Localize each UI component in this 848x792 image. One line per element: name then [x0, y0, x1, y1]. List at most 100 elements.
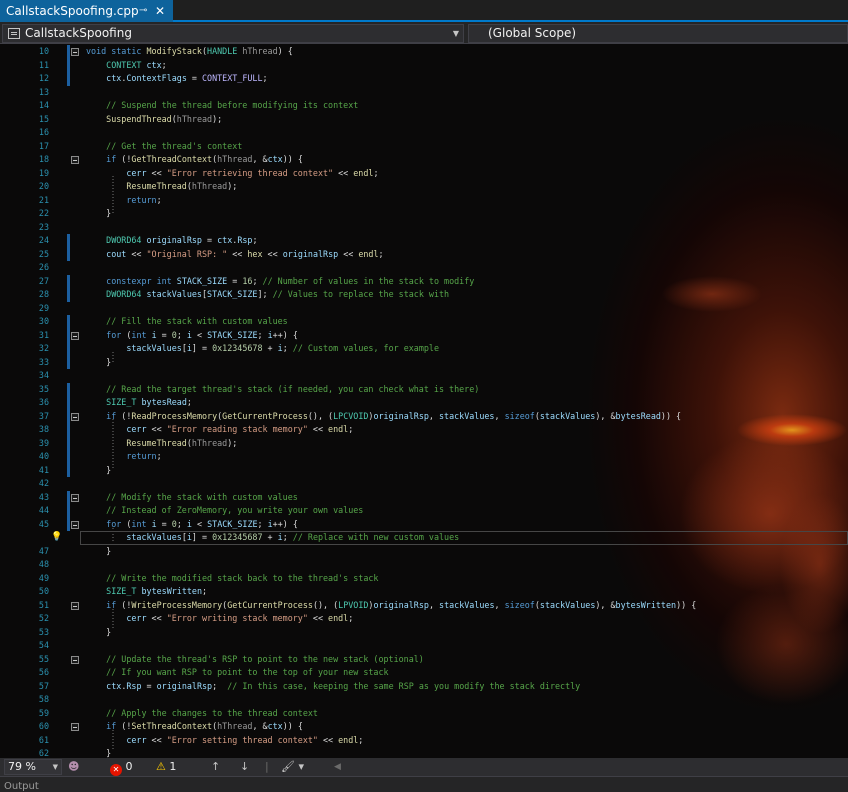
- fold-toggle-icon[interactable]: [71, 156, 79, 164]
- code-line[interactable]: 12 ctx.ContextFlags = CONTEXT_FULL;: [0, 72, 848, 86]
- code-line[interactable]: 52 cerr << "Error writing stack memory" …: [0, 612, 848, 626]
- code-line[interactable]: 61 cerr << "Error setting thread context…: [0, 734, 848, 748]
- code-token: <<: [146, 613, 167, 623]
- code-line[interactable]: 23: [0, 221, 848, 235]
- code-line[interactable]: 38 cerr << "Error reading stack memory" …: [0, 423, 848, 437]
- code-line[interactable]: 59 // Apply the changes to the thread co…: [0, 707, 848, 721]
- errors-indicator[interactable]: ✕ 0: [110, 758, 133, 776]
- scope-dropdown[interactable]: (Global Scope): [468, 24, 848, 43]
- fold-toggle-icon[interactable]: [71, 520, 79, 529]
- code-text: ResumeThread(hThread);: [86, 180, 237, 194]
- code-token: endl: [328, 424, 349, 434]
- code-line[interactable]: 41 }: [0, 463, 848, 477]
- code-token: stackValues: [539, 410, 596, 421]
- code-line[interactable]: 28 DWORD64 stackValues[STACK_SIZE]; // V…: [0, 288, 848, 302]
- code-line[interactable]: 27 constexpr int STACK_SIZE = 16; // Num…: [0, 274, 848, 288]
- code-line[interactable]: 18 if (!GetThreadContext(hThread, &ctx))…: [0, 153, 848, 167]
- code-line[interactable]: 39 ResumeThread(hThread);: [0, 436, 848, 450]
- code-line[interactable]: 56 // If you want RSP to point to the to…: [0, 666, 848, 680]
- code-line[interactable]: 15 SuspendThread(hThread);: [0, 113, 848, 127]
- code-lines: 10 void static ModifyStack(HANDLE hThread…: [0, 45, 848, 758]
- tab-title: CallstackSpoofing.cpp: [6, 4, 139, 18]
- code-token: // Get the thread's context: [106, 140, 243, 151]
- code-token: hThread: [217, 721, 253, 731]
- code-token: endl: [338, 734, 359, 745]
- code-line[interactable]: 20 ResumeThread(hThread);: [0, 180, 848, 194]
- code-token: if: [106, 154, 117, 164]
- code-line[interactable]: 11 CONTEXT ctx;: [0, 58, 848, 72]
- code-line[interactable]: 34: [0, 369, 848, 383]
- code-token: // Write the modified stack back to the …: [106, 572, 379, 583]
- fold-toggle-icon[interactable]: [71, 412, 79, 421]
- code-line[interactable]: 42: [0, 477, 848, 491]
- code-line[interactable]: 62 }: [0, 747, 848, 758]
- code-line[interactable]: 13: [0, 86, 848, 100]
- code-line[interactable]: 55 // Update the thread's RSP to point t…: [0, 653, 848, 667]
- code-line[interactable]: 19 cerr << "Error retrieving thread cont…: [0, 167, 848, 181]
- fold-toggle-icon[interactable]: [71, 723, 79, 731]
- code-line[interactable]: 25 cout << "Original RSP: " << hex << or…: [0, 247, 848, 261]
- brush-icon[interactable]: 🖌 ▾: [281, 758, 304, 776]
- code-line[interactable]: 50 SIZE_T bytesWritten;: [0, 585, 848, 599]
- document-tab[interactable]: CallstackSpoofing.cpp ⊸ ✕: [0, 0, 173, 22]
- code-line[interactable]: 54: [0, 639, 848, 653]
- fold-toggle-icon[interactable]: [71, 331, 79, 340]
- code-token: =: [141, 680, 157, 691]
- code-line[interactable]: 58: [0, 693, 848, 707]
- code-line[interactable]: 49 // Write the modified stack back to t…: [0, 572, 848, 586]
- code-line[interactable]: 45 for (int i = 0; i < STACK_SIZE; i++) …: [0, 517, 848, 531]
- code-line[interactable]: 57 ctx.Rsp = originalRsp; // In this cas…: [0, 680, 848, 694]
- close-icon[interactable]: ✕: [155, 0, 165, 22]
- code-line[interactable]: 53 }: [0, 626, 848, 640]
- code-line[interactable]: 33 }: [0, 355, 848, 369]
- lightbulb-icon[interactable]: 💡: [51, 532, 62, 542]
- code-line[interactable]: 21 return;: [0, 194, 848, 208]
- code-line[interactable]: 32 stackValues[i] = 0x12345678 + i; // C…: [0, 342, 848, 356]
- code-line[interactable]: 24 DWORD64 originalRsp = ctx.Rsp;: [0, 234, 848, 248]
- code-text: cerr << "Error writing stack memory" << …: [86, 612, 353, 626]
- code-token: for: [106, 518, 122, 529]
- change-marker: [67, 396, 70, 410]
- arrow-up-icon[interactable]: ↑: [211, 758, 220, 776]
- code-token: )) {: [282, 721, 303, 731]
- code-line[interactable]: 26: [0, 261, 848, 275]
- fold-toggle-icon[interactable]: [71, 655, 79, 664]
- code-token: STACK_SIZE: [207, 289, 258, 299]
- code-line[interactable]: 36 SIZE_T bytesRead;: [0, 396, 848, 410]
- line-number: 37: [38, 410, 49, 421]
- code-token: ,: [494, 599, 505, 610]
- code-token: return: [126, 451, 157, 461]
- project-dropdown-label: CallstackSpoofing: [25, 26, 132, 40]
- fold-toggle-icon[interactable]: [71, 48, 79, 56]
- code-line[interactable]: 43 // Modify the stack with custom value…: [0, 490, 848, 504]
- fold-toggle-icon[interactable]: [71, 601, 79, 610]
- code-line[interactable]: 44 // Instead of ZeroMemory, you write y…: [0, 504, 848, 518]
- code-line[interactable]: 40 return;: [0, 450, 848, 464]
- code-line[interactable]: 16: [0, 126, 848, 140]
- code-line[interactable]: 31 for (int i = 0; i < STACK_SIZE; i++) …: [0, 328, 848, 342]
- code-line[interactable]: 14 // Suspend the thread before modifyin…: [0, 99, 848, 113]
- code-line[interactable]: 10 void static ModifyStack(HANDLE hThread…: [0, 45, 848, 59]
- zoom-dropdown[interactable]: 79 % ▼: [4, 759, 62, 775]
- code-line[interactable]: 48: [0, 558, 848, 572]
- code-line[interactable]: 60 if (!SetThreadContext(hThread, &ctx))…: [0, 720, 848, 734]
- fold-toggle-icon[interactable]: [71, 493, 79, 502]
- code-editor[interactable]: 10 void static ModifyStack(HANDLE hThread…: [0, 44, 848, 758]
- scroll-left-icon[interactable]: ◀: [334, 758, 341, 776]
- project-dropdown[interactable]: CallstackSpoofing ▼: [2, 24, 464, 43]
- warnings-indicator[interactable]: ⚠ 1: [156, 758, 176, 776]
- code-line[interactable]: 17 // Get the thread's context: [0, 140, 848, 154]
- pin-icon[interactable]: ⊸: [139, 0, 147, 22]
- code-line[interactable]: 35 // Read the target thread's stack (if…: [0, 382, 848, 396]
- code-line[interactable]: 37 if (!ReadProcessMemory(GetCurrentProc…: [0, 409, 848, 423]
- code-line[interactable]: 47 }: [0, 545, 848, 559]
- arrow-down-icon[interactable]: ↓: [240, 758, 249, 776]
- copilot-icon[interactable]: ☻: [68, 758, 79, 776]
- code-line[interactable]: 51 if (!WriteProcessMemory(GetCurrentPro…: [0, 599, 848, 613]
- code-line[interactable]: 💡 stackValues[i] = 0x12345687 + i; // Re…: [0, 531, 848, 545]
- code-line[interactable]: 29: [0, 302, 848, 316]
- code-line[interactable]: 22 }: [0, 207, 848, 221]
- code-line[interactable]: 30 // Fill the stack with custom values: [0, 315, 848, 329]
